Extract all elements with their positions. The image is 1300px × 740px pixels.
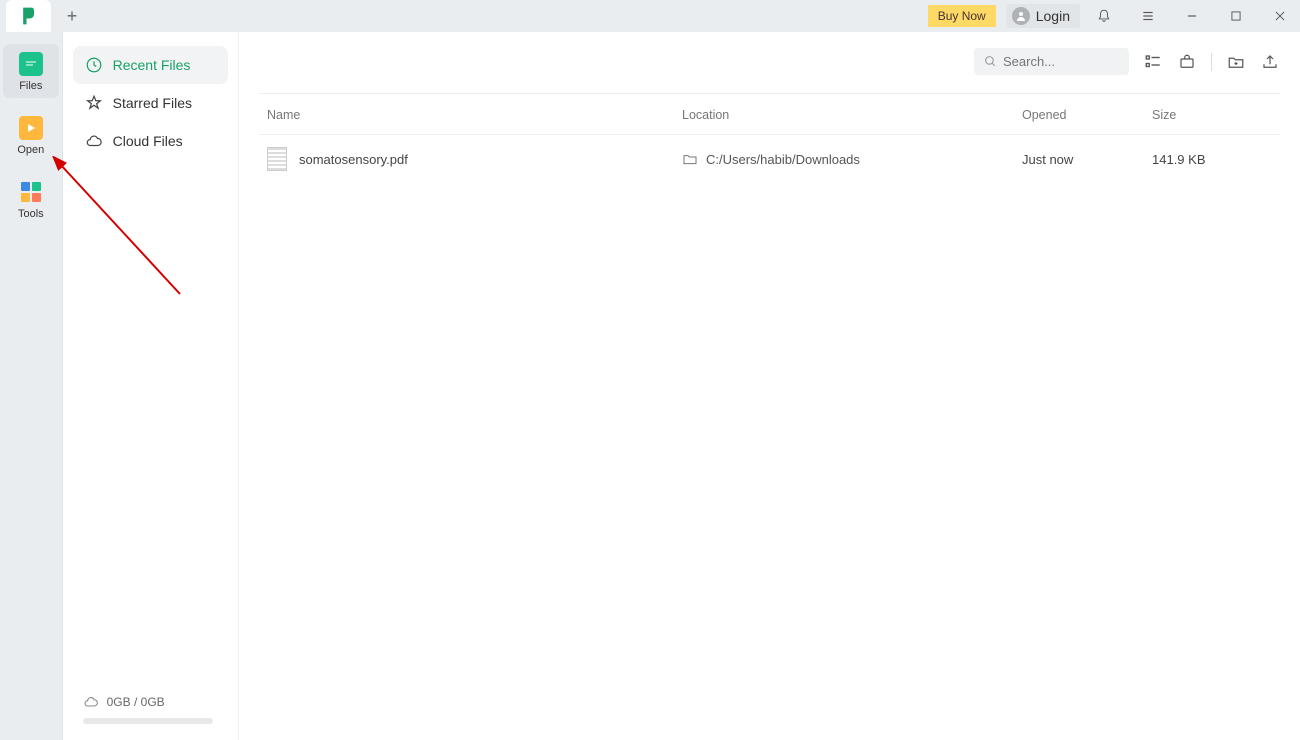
minimize-button[interactable] (1172, 0, 1212, 32)
clock-icon (85, 56, 103, 74)
cloud-storage-icon (83, 694, 99, 710)
search-box[interactable] (974, 48, 1129, 75)
content-area: Name Location Opened Size somatosensory.… (239, 32, 1300, 740)
folder-icon (682, 151, 698, 167)
col-size[interactable]: Size (1152, 108, 1272, 122)
nav-files-label: Files (19, 80, 42, 92)
avatar-icon (1012, 7, 1030, 25)
open-icon (19, 116, 43, 140)
sidebar: Recent Files Starred Files Cloud Files 0… (63, 32, 239, 740)
close-button[interactable] (1260, 0, 1300, 32)
search-icon (984, 55, 997, 68)
nav-rail: Files Open Tools (0, 32, 63, 740)
tab-area: + (0, 0, 87, 32)
sidebar-cloud-label: Cloud Files (113, 133, 183, 149)
storage-text: 0GB / 0GB (107, 695, 165, 709)
search-input[interactable] (1003, 54, 1113, 69)
storage-bar (83, 718, 213, 724)
upload-icon[interactable] (1260, 52, 1280, 72)
cloud-icon (85, 132, 103, 150)
nav-files[interactable]: Files (3, 44, 59, 98)
new-tab-button[interactable]: + (57, 1, 87, 31)
login-label: Login (1036, 8, 1070, 24)
sidebar-cloud-files[interactable]: Cloud Files (73, 122, 228, 160)
file-thumbnail (267, 147, 287, 171)
file-size: 141.9 KB (1152, 152, 1272, 167)
buy-now-button[interactable]: Buy Now (928, 5, 996, 27)
toolbar (259, 48, 1280, 81)
bell-icon[interactable] (1084, 0, 1124, 32)
sidebar-recent-label: Recent Files (113, 57, 191, 73)
list-view-icon[interactable] (1143, 52, 1163, 72)
tab-home[interactable] (6, 0, 51, 32)
file-opened: Just now (1022, 152, 1152, 167)
star-icon (85, 94, 103, 112)
nav-tools-label: Tools (18, 208, 44, 220)
app-logo-icon (19, 6, 39, 26)
nav-open-label: Open (17, 144, 44, 156)
login-button[interactable]: Login (1006, 4, 1080, 28)
nav-open[interactable]: Open (3, 108, 59, 162)
col-name[interactable]: Name (267, 108, 682, 122)
file-row[interactable]: somatosensory.pdf C:/Users/habib/Downloa… (259, 135, 1280, 183)
toolbox-icon[interactable] (1177, 52, 1197, 72)
col-location[interactable]: Location (682, 108, 1022, 122)
col-opened[interactable]: Opened (1022, 108, 1152, 122)
new-folder-icon[interactable] (1226, 52, 1246, 72)
sidebar-starred-files[interactable]: Starred Files (73, 84, 228, 122)
files-icon (19, 52, 43, 76)
maximize-button[interactable] (1216, 0, 1256, 32)
hamburger-menu-icon[interactable] (1128, 0, 1168, 32)
sidebar-starred-label: Starred Files (113, 95, 192, 111)
titlebar: + Buy Now Login (0, 0, 1300, 32)
nav-tools[interactable]: Tools (3, 172, 59, 226)
storage-info: 0GB / 0GB (73, 686, 228, 718)
toolbar-separator (1211, 53, 1212, 71)
file-name: somatosensory.pdf (299, 152, 408, 167)
file-location: C:/Users/habib/Downloads (706, 152, 860, 167)
tools-icon (19, 180, 43, 204)
sidebar-recent-files[interactable]: Recent Files (73, 46, 228, 84)
table-header: Name Location Opened Size (259, 93, 1280, 135)
